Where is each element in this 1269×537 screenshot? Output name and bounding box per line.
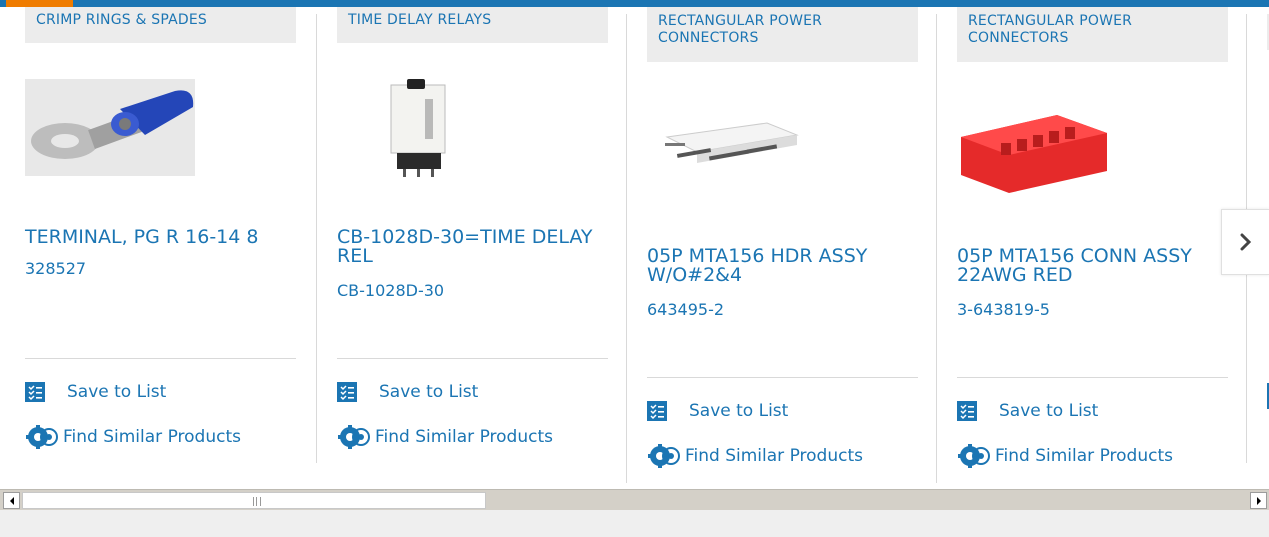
find-similar-button[interactable]: Find Similar Products xyxy=(337,423,553,451)
part-number[interactable]: 328527 xyxy=(25,259,86,278)
product-carousel: CRIMP RINGS & SPADES TERMINAL, PG R 16-1… xyxy=(0,7,1269,483)
card-divider xyxy=(647,377,918,378)
find-similar-button[interactable]: Find Similar Products xyxy=(647,442,863,470)
checklist-icon xyxy=(957,401,977,421)
save-to-list-label: Save to List xyxy=(689,401,789,421)
product-image[interactable] xyxy=(647,97,807,187)
product-title[interactable]: TERMINAL, PG R 16-14 8 xyxy=(25,228,296,247)
top-accent-orange xyxy=(6,0,73,7)
card-separator xyxy=(936,14,937,483)
card-separator xyxy=(316,14,317,463)
part-number[interactable]: 3-643819-5 xyxy=(957,300,1050,319)
card-divider xyxy=(957,377,1228,378)
product-card: RECTANGULAR POWER CONNECTORS 05P MTA156 … xyxy=(957,7,1228,468)
save-to-list-label: Save to List xyxy=(67,382,167,402)
category-label[interactable]: CRIMP RINGS & SPADES xyxy=(25,7,296,43)
product-image[interactable] xyxy=(377,79,457,179)
checklist-icon xyxy=(25,382,45,402)
product-card: TIME DELAY RELAYS CB-1028D-30=TIME DELAY… xyxy=(337,7,608,449)
gears-icon xyxy=(958,444,990,468)
bottom-panel xyxy=(0,510,1269,537)
find-similar-label: Find Similar Products xyxy=(685,446,863,466)
save-to-list-button[interactable]: Save to List xyxy=(25,382,166,402)
find-similar-label: Find Similar Products xyxy=(995,446,1173,466)
save-to-list-label: Save to List xyxy=(999,401,1099,421)
part-number[interactable]: 643495-2 xyxy=(647,300,724,319)
scroll-right-button[interactable] xyxy=(1250,492,1267,509)
product-card: CRIMP RINGS & SPADES TERMINAL, PG R 16-1… xyxy=(25,7,296,449)
product-title[interactable]: 05P MTA156 HDR ASSY W/O#2&4 xyxy=(647,247,918,285)
arrow-right-icon xyxy=(1256,496,1261,505)
card-divider xyxy=(337,358,608,359)
arrow-left-icon xyxy=(9,496,14,505)
gears-icon xyxy=(26,425,58,449)
save-to-list-button[interactable]: Save to List xyxy=(337,382,478,402)
gears-icon xyxy=(338,425,370,449)
chevron-right-icon xyxy=(1240,233,1251,251)
save-to-list-label: Save to List xyxy=(379,382,479,402)
gears-icon xyxy=(648,444,680,468)
save-to-list-button[interactable]: Save to List xyxy=(957,401,1098,421)
checklist-icon xyxy=(647,401,667,421)
scroll-left-button[interactable] xyxy=(3,492,20,509)
category-label[interactable]: RECTANGULAR POWER CONNECTORS xyxy=(647,7,918,62)
product-card: RECTANGULAR POWER CONNECTORS 05P MTA156 … xyxy=(647,7,918,468)
product-image[interactable] xyxy=(25,79,195,176)
category-label[interactable]: TIME DELAY RELAYS xyxy=(337,7,608,43)
card-divider xyxy=(25,358,296,359)
carousel-next-button[interactable] xyxy=(1221,209,1269,275)
checklist-icon xyxy=(337,382,357,402)
card-separator xyxy=(626,14,627,483)
part-number[interactable]: CB-1028D-30 xyxy=(337,281,444,300)
product-image[interactable] xyxy=(957,93,1127,211)
product-title[interactable]: CB-1028D-30=TIME DELAY REL xyxy=(337,228,608,266)
find-similar-button[interactable]: Find Similar Products xyxy=(25,423,241,451)
save-to-list-button[interactable]: Save to List xyxy=(647,401,788,421)
scrollbar-grip xyxy=(253,497,261,506)
find-similar-button[interactable]: Find Similar Products xyxy=(957,442,1173,470)
product-title[interactable]: 05P MTA156 CONN ASSY 22AWG RED xyxy=(957,247,1228,285)
horizontal-scrollbar[interactable] xyxy=(0,489,1269,510)
find-similar-label: Find Similar Products xyxy=(63,427,241,447)
find-similar-label: Find Similar Products xyxy=(375,427,553,447)
scrollbar-thumb[interactable] xyxy=(22,492,486,509)
category-label[interactable]: RECTANGULAR POWER CONNECTORS xyxy=(957,7,1228,62)
top-accent-bar xyxy=(0,0,1269,7)
